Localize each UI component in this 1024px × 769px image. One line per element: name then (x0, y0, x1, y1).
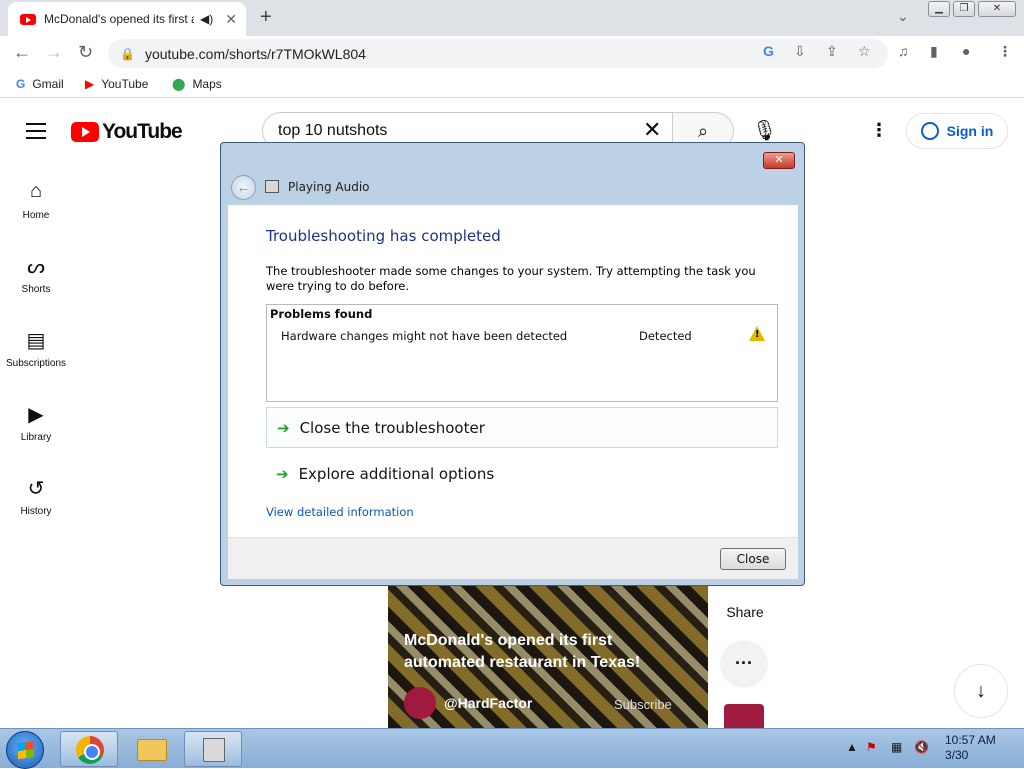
youtube-logo[interactable]: YouTube (71, 120, 183, 144)
close-troubleshooter-option[interactable]: ➔ Close the troubleshooter (266, 407, 778, 448)
show-hidden-icons-icon[interactable]: ▲ (846, 740, 858, 754)
clock-date: 3/30 (945, 748, 969, 762)
subscribe-button[interactable]: Subscribe (614, 697, 672, 712)
troubleshooter-dialog: ✕ ← Playing Audio Troubleshooting has co… (220, 142, 805, 586)
audio-playing-icon[interactable]: ◀) (200, 12, 213, 26)
close-button[interactable]: Close (720, 548, 786, 570)
back-icon[interactable]: ← (13, 42, 31, 63)
problems-header: Problems found (270, 307, 373, 321)
volume-muted-icon[interactable]: 🔇 (914, 740, 929, 754)
green-arrow-icon: ➔ (276, 464, 289, 483)
dialog-footer: Close (228, 537, 798, 579)
green-arrow-icon: ➔ (277, 418, 290, 437)
history-icon: ↺ (27, 478, 45, 500)
taskbar-troubleshooter[interactable] (184, 731, 242, 767)
nav-library[interactable]: ▶ Library (0, 402, 72, 443)
dialog-body: Troubleshooting has completed The troubl… (228, 205, 798, 537)
tab-close-icon[interactable]: ✕ (225, 11, 237, 28)
share-button-label[interactable]: Share (725, 604, 765, 620)
youtube-icon: ▶ (85, 77, 95, 91)
bookmark-youtube[interactable]: ▶ YouTube (85, 77, 148, 91)
share-page-icon[interactable]: ⇪ (826, 43, 838, 60)
bookmark-label: YouTube (101, 77, 149, 91)
active-tab[interactable]: McDonald's opened its first a ◀) ✕ (8, 2, 246, 36)
chrome-menu-icon[interactable]: ⋮ (998, 43, 1012, 60)
shorts-icon: ᔕ (27, 256, 45, 278)
google-lens-icon[interactable]: G (763, 43, 774, 59)
url-text: youtube.com/shorts/r7TMOkWL804 (144, 45, 366, 62)
tab-strip: McDonald's opened its first a ◀) ✕ + ⌄ ▁… (0, 0, 1024, 36)
folder-icon (137, 739, 167, 761)
channel-thumbnail[interactable] (724, 704, 764, 728)
taskbar-chrome[interactable] (60, 731, 118, 767)
nav-history[interactable]: ↺ History (0, 476, 72, 517)
settings-menu-icon[interactable]: ⋮ (870, 120, 888, 141)
gmail-icon: G (16, 77, 26, 91)
side-panel-icon[interactable]: ▮ (930, 43, 938, 60)
windows-logo-icon (18, 740, 34, 760)
back-arrow-icon[interactable]: ← (231, 175, 256, 200)
clear-search-icon[interactable]: ✕ (643, 117, 661, 143)
sign-in-button[interactable]: Sign in (906, 113, 1008, 149)
home-icon: ⌂ (29, 180, 43, 202)
microphone-icon[interactable]: 🎙 (752, 118, 777, 143)
taskbar-explorer[interactable] (122, 731, 180, 767)
taskbar: ▲ ⚑ ▦ 🔇 10:57 AM 3/30 (0, 728, 1024, 769)
dialog-close-icon[interactable]: ✕ (763, 152, 795, 169)
reload-icon[interactable]: ↻ (78, 42, 93, 63)
browser-toolbar: ← → ↻ 🔒 youtube.com/shorts/r7TMOkWL804 G… (0, 36, 1024, 70)
new-tab-button[interactable]: + (260, 6, 272, 29)
window-close-button[interactable]: ✕ (978, 1, 1016, 17)
restore-button[interactable]: ❐ (953, 1, 975, 17)
chrome-icon (76, 736, 104, 764)
next-video-button[interactable]: ↓ (954, 664, 1008, 718)
audio-troubleshooter-icon (265, 180, 279, 193)
install-icon[interactable]: ⇩ (794, 43, 806, 60)
warning-icon: ! (749, 326, 765, 341)
bookmark-maps[interactable]: ⬤ Maps (172, 77, 222, 91)
problems-found-box: Problems found Hardware changes might no… (266, 304, 778, 402)
system-clock[interactable]: 10:57 AM 3/30 (945, 733, 996, 763)
bookmark-label: Maps (192, 77, 222, 91)
action-center-icon[interactable]: ⚑ (866, 740, 877, 754)
channel-name[interactable]: @HardFactor (444, 695, 532, 711)
youtube-favicon-icon (20, 13, 36, 25)
library-icon: ▶ (28, 404, 44, 426)
nav-home[interactable]: ⌂ Home (0, 180, 72, 221)
account-icon (920, 122, 939, 140)
nav-subscriptions[interactable]: ▤ Subscriptions (0, 328, 72, 369)
tab-title: McDonald's opened its first a (44, 12, 194, 26)
view-details-link[interactable]: View detailed information (266, 505, 414, 519)
dialog-heading: Troubleshooting has completed (266, 227, 501, 245)
media-control-icon[interactable]: ♫ (898, 43, 909, 59)
channel-info[interactable]: @HardFactor (404, 687, 532, 719)
dialog-description: The troubleshooter made some changes to … (266, 264, 756, 293)
start-button[interactable] (6, 731, 44, 769)
troubleshooter-icon (203, 738, 225, 762)
bookmark-gmail[interactable]: G Gmail (16, 77, 64, 91)
bookmark-star-icon[interactable]: ☆ (858, 43, 871, 60)
tab-search-icon[interactable]: ⌄ (897, 8, 909, 25)
bookmark-label: Gmail (32, 77, 64, 91)
nav-shorts[interactable]: ᔕ Shorts (0, 254, 72, 295)
youtube-play-icon (71, 122, 99, 142)
subscriptions-icon: ▤ (26, 330, 46, 352)
bookmarks-bar: G Gmail ▶ YouTube ⬤ Maps (0, 70, 1024, 98)
problem-status: Detected (639, 329, 692, 343)
explore-options-option[interactable]: ➔ Explore additional options (266, 453, 778, 494)
video-title[interactable]: McDonald's opened its first automated re… (404, 630, 694, 674)
lock-icon: 🔒 (120, 46, 135, 61)
forward-icon[interactable]: → (45, 42, 63, 63)
maps-icon: ⬤ (172, 77, 186, 91)
clock-time: 10:57 AM (945, 733, 996, 747)
network-icon[interactable]: ▦ (891, 740, 902, 754)
minimize-button[interactable]: ▁ (928, 1, 950, 17)
channel-avatar[interactable] (404, 687, 436, 719)
problem-name: Hardware changes might not have been det… (281, 329, 568, 343)
menu-icon[interactable] (26, 123, 46, 144)
more-actions-button[interactable]: ··· (720, 640, 768, 688)
dialog-title: Playing Audio (288, 180, 370, 194)
profile-icon[interactable]: ● (962, 43, 970, 59)
